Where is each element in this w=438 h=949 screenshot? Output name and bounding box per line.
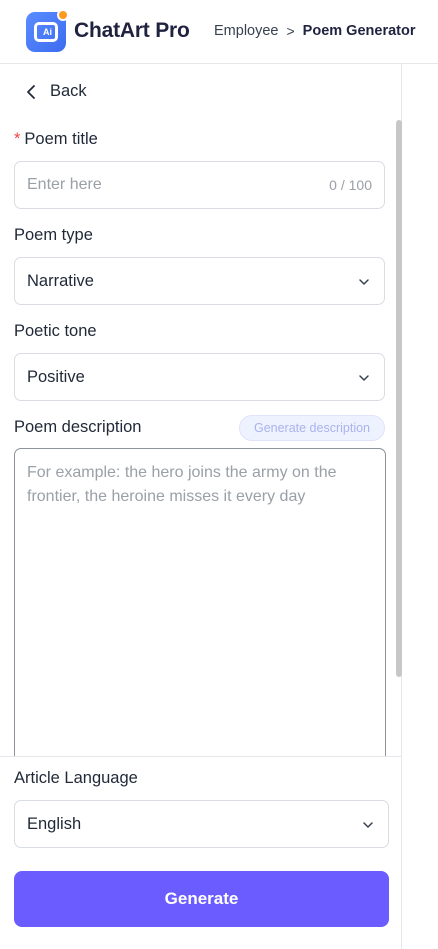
poem-title-label: * Poem title [14,130,98,149]
chevron-down-icon [359,279,369,285]
back-button[interactable]: Back [22,82,87,101]
poem-type-select[interactable]: Narrative [14,257,385,305]
article-language-select[interactable]: English [14,800,389,848]
poem-title-placeholder: Enter here [27,176,102,193]
poem-title-input[interactable]: Enter here 0 / 100 [14,161,385,209]
breadcrumb-employee[interactable]: Employee [214,23,278,39]
poem-title-label-text: Poem title [24,130,98,148]
poem-description-textarea[interactable]: For example: the hero joins the army on … [14,448,386,768]
poetic-tone-select[interactable]: Positive [14,353,385,401]
poem-type-label: Poem type [14,226,93,244]
poem-type-value: Narrative [27,272,94,290]
breadcrumb: Employee > Poem Generator [214,23,416,39]
required-mark: * [14,130,21,148]
poetic-tone-value: Positive [27,368,85,386]
back-chevron-icon [27,84,35,99]
app-header: Ai ChatArt Pro Employee > Poem Generator [0,0,438,64]
generate-button[interactable]: Generate [14,871,389,927]
bottom-actions: Article Language English Generate [0,756,401,949]
breadcrumb-current: Poem Generator [302,23,416,39]
logo-badge [57,9,69,21]
article-language-value: English [27,815,82,833]
poem-description-placeholder: For example: the hero joins the army on … [27,464,337,505]
poem-description-label: Poem description [14,418,142,436]
logo-icon[interactable]: Ai [26,9,69,52]
logo-frame: Ai [34,22,58,42]
chevron-down-icon [363,822,373,828]
poetic-tone-label: Poetic tone [14,322,97,340]
generate-description-button[interactable]: Generate description [239,415,385,441]
breadcrumb-separator: > [286,23,295,39]
app-name[interactable]: ChatArt Pro [74,19,190,43]
article-language-label: Article Language [14,769,138,787]
scrollbar-thumb[interactable] [396,120,402,677]
logo-text: Ai [43,27,52,37]
back-label: Back [50,82,87,100]
poem-title-counter: 0 / 100 [329,177,372,193]
chevron-down-icon [359,375,369,381]
